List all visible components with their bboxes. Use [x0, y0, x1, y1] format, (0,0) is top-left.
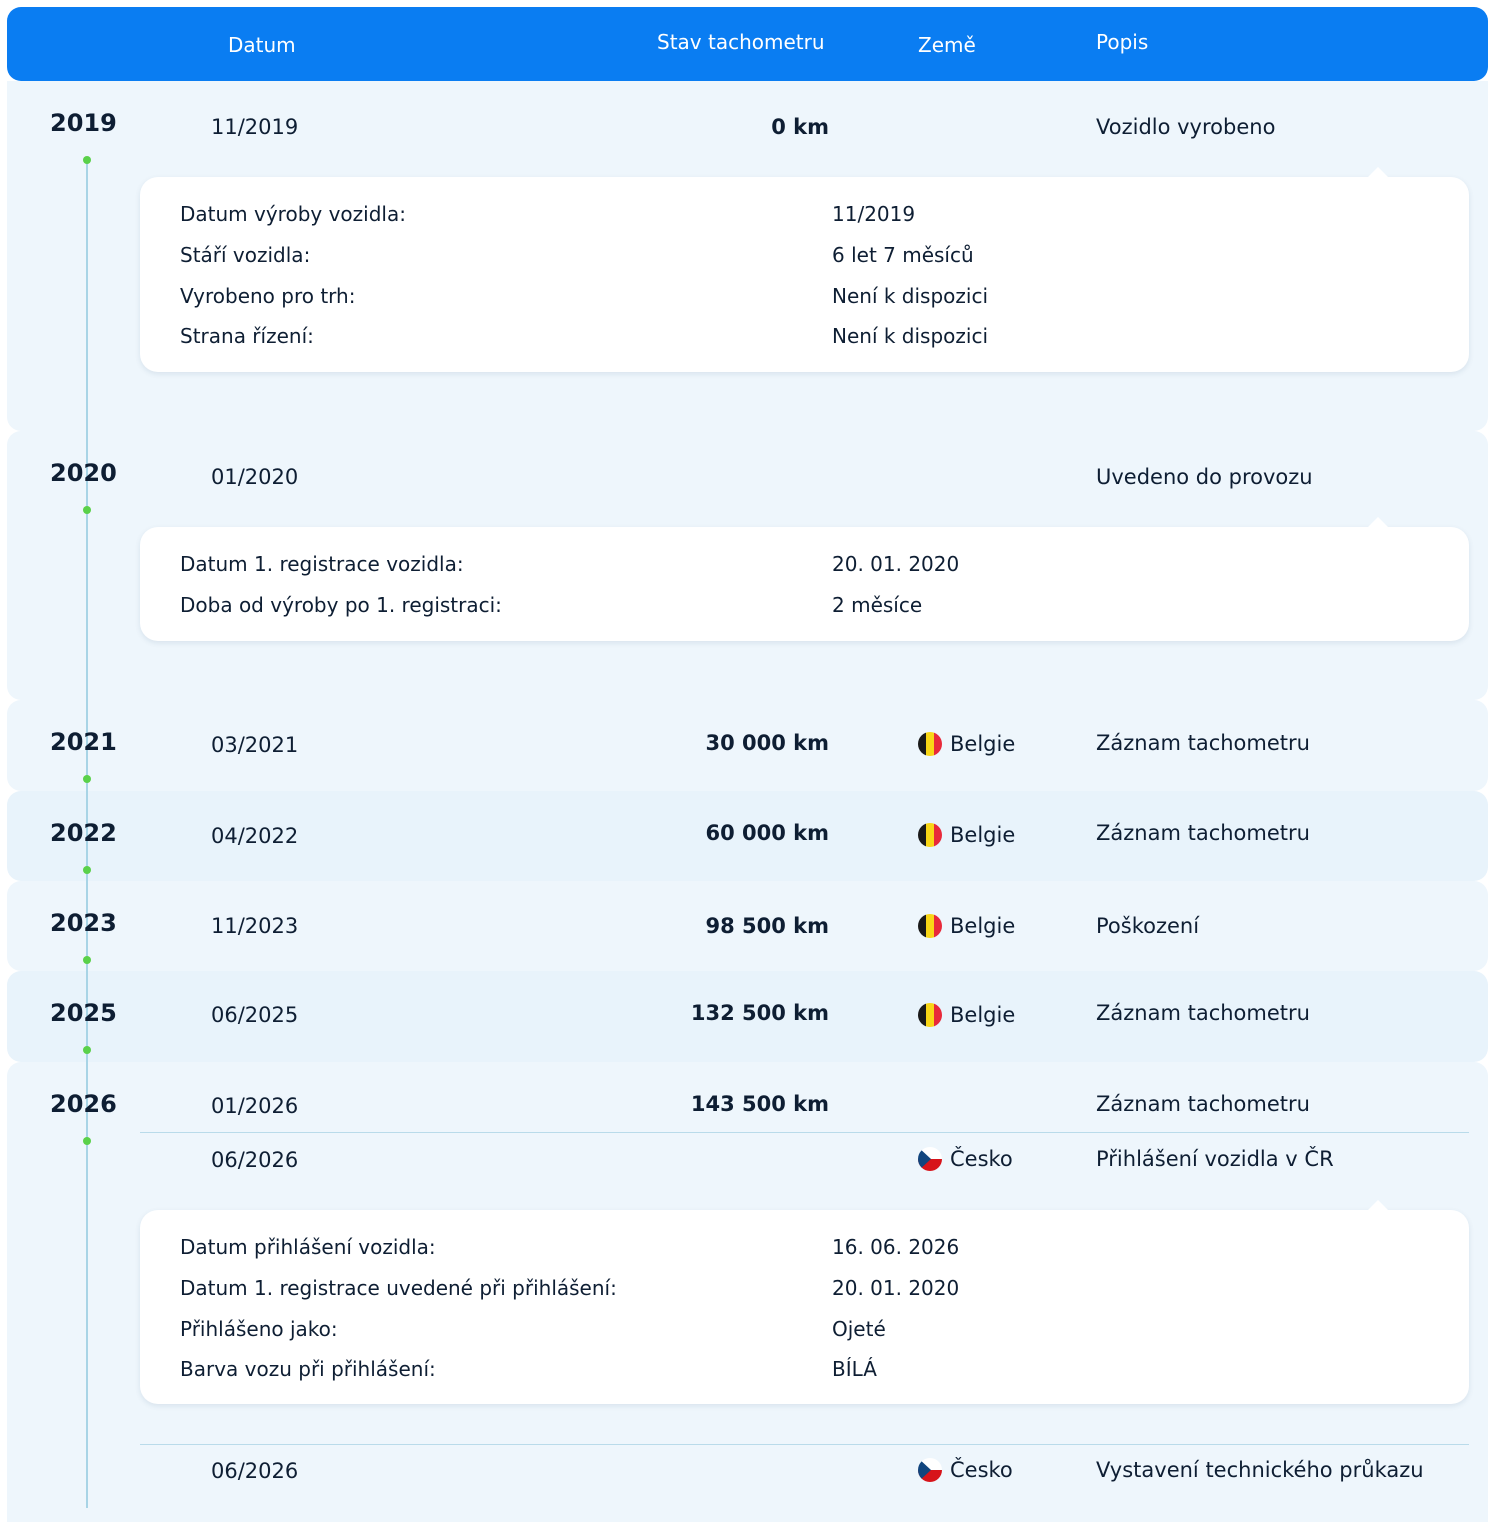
- country-name: Belgie: [950, 914, 1016, 938]
- row-description: Záznam tachometru: [1096, 1092, 1310, 1116]
- row-odometer: 60 000 km: [705, 821, 829, 845]
- column-header-popis: Popis: [1096, 30, 1149, 54]
- row-date: 06/2025: [211, 1003, 299, 1027]
- year-label: 2019: [50, 109, 117, 137]
- detail-card: Datum přihlášení vozidla: 16. 06. 2026 D…: [140, 1200, 1469, 1404]
- detail-value: Není k dispozici: [832, 284, 989, 308]
- detail-label: Stáří vozidla:: [180, 243, 311, 267]
- country-name: Belgie: [950, 823, 1016, 847]
- detail-label: Datum přihlášení vozidla:: [180, 1235, 436, 1259]
- country-name: Belgie: [950, 732, 1016, 756]
- detail-card: Datum 1. registrace vozidla: 20. 01. 202…: [140, 517, 1469, 641]
- belgium-flag-icon: [918, 914, 942, 938]
- detail-label: Barva vozu při přihlášení:: [180, 1357, 436, 1381]
- row-odometer: 0 km: [771, 115, 829, 139]
- row-description: Uvedeno do provozu: [1096, 465, 1313, 489]
- timeline-dot: [83, 506, 91, 514]
- row-odometer: 30 000 km: [705, 731, 829, 755]
- row-date: 11/2023: [211, 914, 299, 938]
- detail-card: Datum výroby vozidla: 11/2019 Stáří vozi…: [140, 167, 1469, 372]
- detail-value: 16. 06. 2026: [832, 1235, 960, 1259]
- detail-label: Přihlášeno jako:: [180, 1317, 338, 1341]
- year-label: 2020: [50, 459, 117, 487]
- row-country: Belgie: [918, 823, 1015, 847]
- row-country: Česko: [918, 1458, 1013, 1482]
- detail-label: Datum výroby vozidla:: [180, 202, 406, 226]
- country-name: Belgie: [950, 1003, 1016, 1027]
- row-divider: [140, 1444, 1469, 1445]
- year-label: 2021: [50, 728, 117, 756]
- column-header-stav-tachometru: Stav tachometru: [657, 30, 825, 54]
- timeline-dot: [83, 866, 91, 874]
- row-description: Záznam tachometru: [1096, 731, 1310, 755]
- detail-label: Datum 1. registrace uvedené při přihláše…: [180, 1276, 617, 1300]
- row-description: Přihlášení vozidla v ČR: [1096, 1147, 1334, 1171]
- belgium-flag-icon: [918, 823, 942, 847]
- year-label: 2025: [50, 999, 117, 1027]
- detail-value: Není k dispozici: [832, 324, 989, 348]
- czech-flag-icon: [918, 1147, 942, 1171]
- timeline-dot: [83, 1046, 91, 1054]
- belgium-flag-icon: [918, 732, 942, 756]
- column-header-zeme: Země: [918, 33, 976, 57]
- country-name: Česko: [950, 1147, 1013, 1171]
- row-date: 11/2019: [211, 115, 299, 139]
- detail-value: 2 měsíce: [832, 593, 923, 617]
- country-name: Česko: [950, 1458, 1013, 1482]
- row-date: 01/2020: [211, 465, 299, 489]
- row-date: 06/2026: [211, 1459, 299, 1483]
- year-label: 2023: [50, 909, 117, 937]
- row-odometer: 143 500 km: [690, 1092, 829, 1116]
- row-date: 04/2022: [211, 824, 299, 848]
- row-odometer: 132 500 km: [690, 1001, 829, 1025]
- row-odometer: 98 500 km: [705, 914, 829, 938]
- row-description: Poškození: [1096, 914, 1200, 938]
- row-country: Belgie: [918, 914, 1015, 938]
- detail-value: BÍLÁ: [832, 1357, 877, 1381]
- year-label: 2026: [50, 1090, 117, 1118]
- detail-label: Vyrobeno pro trh:: [180, 284, 356, 308]
- timeline-dot: [83, 775, 91, 783]
- detail-value: 6 let 7 měsíců: [832, 243, 974, 267]
- row-country: Belgie: [918, 1003, 1015, 1027]
- row-date: 03/2021: [211, 733, 299, 757]
- row-date: 01/2026: [211, 1094, 299, 1118]
- row-description: Záznam tachometru: [1096, 821, 1310, 845]
- row-country: Česko: [918, 1147, 1013, 1171]
- row-date: 06/2026: [211, 1148, 299, 1172]
- detail-value: 20. 01. 2020: [832, 1276, 960, 1300]
- row-description: Vozidlo vyrobeno: [1096, 115, 1276, 139]
- row-description: Vystavení technického průkazu: [1096, 1458, 1424, 1482]
- czech-flag-icon: [918, 1458, 942, 1482]
- timeline-dot: [83, 1137, 91, 1145]
- timeline-dot: [83, 156, 91, 164]
- timeline-dot: [83, 956, 91, 964]
- detail-label: Strana řízení:: [180, 324, 314, 348]
- detail-label: Datum 1. registrace vozidla:: [180, 552, 464, 576]
- year-label: 2022: [50, 819, 117, 847]
- row-description: Záznam tachometru: [1096, 1001, 1310, 1025]
- detail-value: 11/2019: [832, 202, 916, 226]
- detail-label: Doba od výroby po 1. registraci:: [180, 593, 502, 617]
- row-divider: [140, 1132, 1469, 1133]
- row-country: Belgie: [918, 732, 1015, 756]
- table-header: Datum Stav tachometru Země Popis: [7, 7, 1488, 81]
- column-header-datum: Datum: [228, 33, 296, 57]
- detail-value: 20. 01. 2020: [832, 552, 960, 576]
- detail-value: Ojeté: [832, 1317, 886, 1341]
- belgium-flag-icon: [918, 1003, 942, 1027]
